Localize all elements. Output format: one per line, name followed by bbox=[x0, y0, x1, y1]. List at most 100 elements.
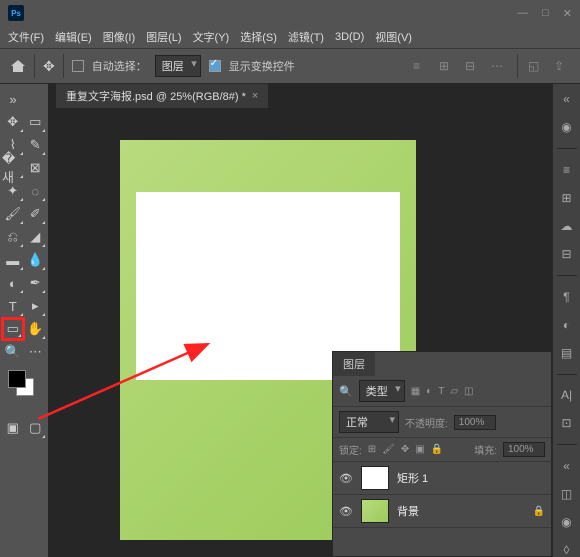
layer-item[interactable]: 👁 背景 🔒 bbox=[333, 495, 551, 528]
crop-tool[interactable]: �새 bbox=[2, 157, 24, 179]
filter-adjust-icon[interactable]: ◐ bbox=[426, 386, 432, 397]
options-bar: ✥ 自动选择： 图层 显示变换控件 ≡ ⊞ ⊟ ⋯ ◱ ⇪ bbox=[0, 48, 580, 84]
distribute-icon[interactable]: ⋯ bbox=[491, 59, 507, 73]
screenmode-tool[interactable]: ▢ bbox=[25, 417, 47, 439]
right-sidebar: « ◉ ≡ ⊞ ☁ ⊟ ¶ ◐ ▤ A| ⊡ « ◫ ◉ ◊ bbox=[552, 84, 580, 557]
grid-panel-icon[interactable]: ⊟ bbox=[561, 247, 571, 261]
path-select-tool[interactable]: ▸ bbox=[25, 295, 47, 317]
opacity-input[interactable]: 100% bbox=[454, 415, 496, 430]
wand-tool[interactable]: ✦ bbox=[2, 180, 24, 202]
lock-artboard-icon[interactable]: ▣ bbox=[415, 444, 424, 455]
history-panel-icon[interactable]: ≡ bbox=[563, 163, 570, 177]
home-icon[interactable] bbox=[10, 59, 26, 73]
blend-mode-dropdown[interactable]: 正常 bbox=[339, 411, 399, 433]
filter-pixel-icon[interactable]: ▦ bbox=[411, 386, 420, 397]
glyphs-panel-icon[interactable]: ⊡ bbox=[561, 416, 571, 430]
paragraph-panel-icon[interactable]: ¶ bbox=[563, 290, 569, 304]
maximize-button[interactable]: □ bbox=[542, 7, 549, 20]
layers-panel-tab[interactable]: 图层 bbox=[333, 352, 375, 376]
patch-tool[interactable]: ◌ bbox=[25, 180, 47, 202]
close-button[interactable]: ✕ bbox=[563, 7, 572, 20]
visibility-icon[interactable]: 👁 bbox=[339, 505, 353, 518]
show-transform-checkbox[interactable] bbox=[209, 60, 221, 72]
close-tab-icon[interactable]: × bbox=[252, 90, 258, 102]
rectangle-tool[interactable]: ▭ bbox=[2, 318, 24, 340]
marquee-tool[interactable]: ▭ bbox=[25, 111, 47, 133]
quick-select-tool[interactable]: ✎ bbox=[25, 134, 47, 156]
auto-select-checkbox[interactable] bbox=[72, 60, 84, 72]
layer-thumbnail[interactable] bbox=[361, 499, 389, 523]
type-tool[interactable]: T bbox=[2, 295, 24, 317]
color-swatches[interactable] bbox=[2, 370, 46, 398]
move-tool-icon: ✥ bbox=[43, 58, 55, 75]
gradient-tool[interactable]: ▬ bbox=[2, 249, 24, 271]
lock-all-icon[interactable]: 🔒 bbox=[431, 444, 443, 455]
swatches-panel-icon[interactable]: ⊞ bbox=[561, 191, 571, 205]
foreground-color[interactable] bbox=[8, 370, 26, 388]
quickmask-tool[interactable]: ▣ bbox=[2, 417, 24, 439]
blur-tool[interactable]: 💧 bbox=[25, 249, 47, 271]
title-bar: Ps — □ ✕ bbox=[0, 0, 580, 26]
document-tab[interactable]: 重复文字海报.psd @ 25%(RGB/8#) * × bbox=[56, 84, 268, 108]
lock-transparent-icon[interactable]: ⊞ bbox=[368, 444, 376, 455]
channels-panel-icon[interactable]: ◉ bbox=[561, 515, 571, 529]
share-icon[interactable]: ⇪ bbox=[554, 59, 570, 73]
styles-panel-icon[interactable]: ▤ bbox=[561, 346, 572, 360]
layer-thumbnail[interactable] bbox=[361, 466, 389, 490]
menu-edit[interactable]: 编辑(E) bbox=[55, 29, 92, 45]
eyedropper-tool[interactable]: ✐ bbox=[25, 203, 47, 225]
layers-blend-row: 正常 不透明度: 100% bbox=[333, 407, 551, 438]
lock-position-icon[interactable]: ✥ bbox=[401, 444, 409, 455]
fill-input[interactable]: 100% bbox=[503, 442, 545, 457]
filter-type-dropdown[interactable]: 类型 bbox=[359, 380, 405, 402]
character-panel-icon[interactable]: A| bbox=[561, 388, 572, 402]
move-tool[interactable]: ✥ bbox=[2, 111, 24, 133]
search-icon[interactable]: 🔍 bbox=[339, 385, 353, 398]
menu-type[interactable]: 文字(Y) bbox=[193, 29, 230, 45]
adjustments-panel-icon[interactable]: ◐ bbox=[563, 318, 570, 332]
zoom-tool[interactable]: 🔍 bbox=[2, 341, 24, 363]
filter-shape-icon[interactable]: ▱ bbox=[450, 386, 458, 397]
layers-panel-icon[interactable]: ◫ bbox=[561, 487, 572, 501]
align-icon-2[interactable]: ⊞ bbox=[439, 59, 455, 73]
tools-panel: » ✥ ▭ ⌇ ✎ �새 ⊠ ✦ ◌ 🖌 ✐ ⎌ ◢ ▬ 💧 ◐ bbox=[0, 84, 48, 557]
visibility-icon[interactable]: 👁 bbox=[339, 472, 353, 485]
expand-icon[interactable]: » bbox=[2, 88, 24, 110]
layer-name[interactable]: 矩形 1 bbox=[397, 470, 428, 486]
menu-file[interactable]: 文件(F) bbox=[8, 29, 44, 45]
pen-tool[interactable]: ✒ bbox=[25, 272, 47, 294]
layer-name[interactable]: 背景 bbox=[397, 503, 419, 519]
layers-filter-row: 🔍 类型 ▦ ◐ T ▱ ◫ bbox=[333, 376, 551, 407]
collapse-sidebar-icon[interactable]: « bbox=[563, 92, 570, 106]
brush-tool[interactable]: 🖌 bbox=[2, 203, 24, 225]
lock-label: 锁定: bbox=[339, 442, 362, 457]
edit-toolbar[interactable]: ⋯ bbox=[25, 341, 47, 363]
menu-filter[interactable]: 滤镜(T) bbox=[288, 29, 324, 45]
filter-type-icon[interactable]: T bbox=[438, 386, 444, 397]
clone-tool[interactable]: ⎌ bbox=[2, 226, 24, 248]
color-panel-icon[interactable]: ◉ bbox=[561, 120, 571, 134]
collapse-icon[interactable]: « bbox=[563, 459, 570, 473]
auto-select-label: 自动选择： bbox=[92, 58, 147, 74]
auto-select-dropdown[interactable]: 图层 bbox=[155, 55, 201, 77]
menu-view[interactable]: 视图(V) bbox=[375, 29, 412, 45]
hand-tool[interactable]: ✋ bbox=[25, 318, 46, 340]
align-icon[interactable]: ≡ bbox=[413, 59, 429, 73]
paths-panel-icon[interactable]: ◊ bbox=[564, 543, 570, 557]
align-icon-3[interactable]: ⊟ bbox=[465, 59, 481, 73]
menu-3d[interactable]: 3D(D) bbox=[335, 31, 364, 43]
filter-smart-icon[interactable]: ◫ bbox=[464, 386, 473, 397]
menu-image[interactable]: 图像(I) bbox=[103, 29, 135, 45]
frame-tool[interactable]: ⊠ bbox=[25, 157, 47, 179]
eraser-tool[interactable]: ◢ bbox=[25, 226, 47, 248]
minimize-button[interactable]: — bbox=[517, 7, 528, 20]
show-transform-label: 显示变换控件 bbox=[229, 58, 295, 74]
menu-bar: 文件(F) 编辑(E) 图像(I) 图层(L) 文字(Y) 选择(S) 滤镜(T… bbox=[0, 26, 580, 48]
dodge-tool[interactable]: ◐ bbox=[2, 272, 24, 294]
lock-pixels-icon[interactable]: 🖌 bbox=[382, 444, 395, 455]
3d-mode-icon[interactable]: ◱ bbox=[528, 59, 544, 73]
libraries-panel-icon[interactable]: ☁ bbox=[561, 219, 573, 233]
menu-layer[interactable]: 图层(L) bbox=[146, 29, 181, 45]
menu-select[interactable]: 选择(S) bbox=[240, 29, 277, 45]
layer-item[interactable]: 👁 矩形 1 bbox=[333, 462, 551, 495]
